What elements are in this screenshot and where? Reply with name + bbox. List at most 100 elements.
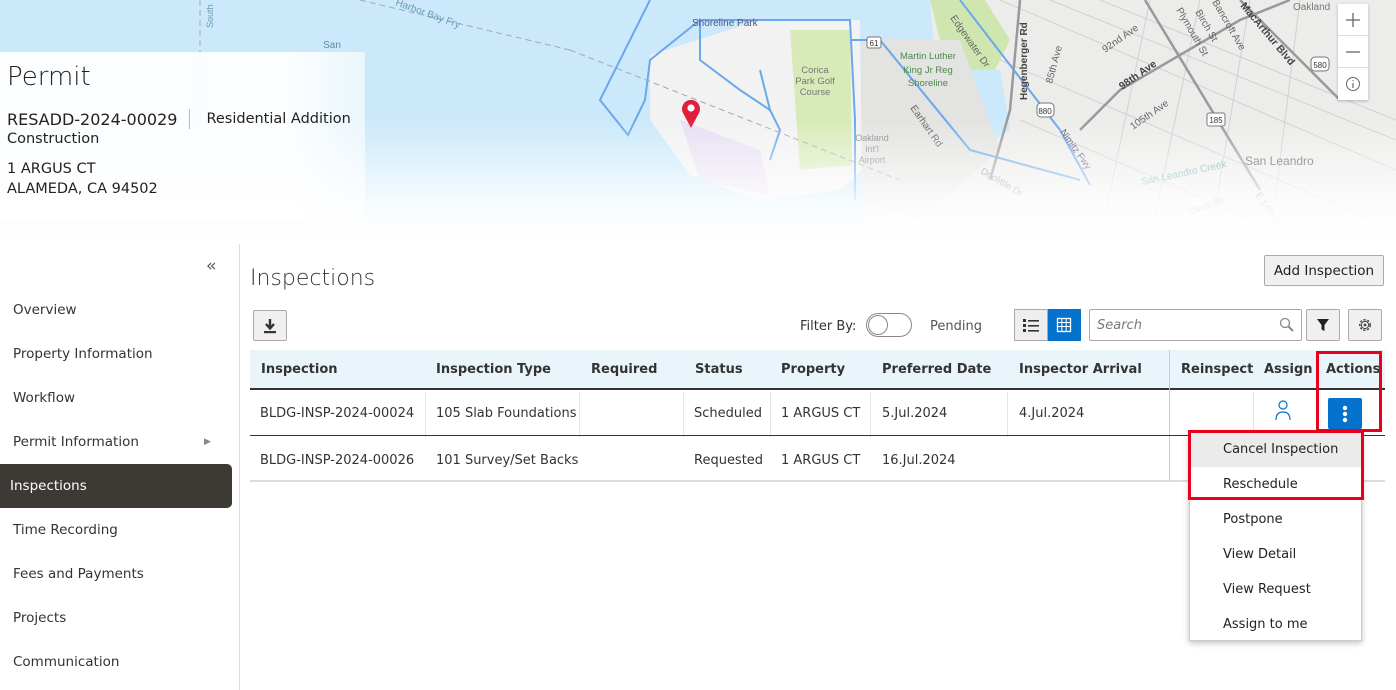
plus-icon	[1346, 12, 1360, 27]
table-row[interactable]: BLDG-INSP-2024-00024 105 Slab Foundation…	[250, 390, 1385, 436]
menu-item-view-detail[interactable]: View Detail	[1190, 537, 1361, 572]
cell-preferred-date: 5.Jul.2024	[882, 406, 948, 421]
menu-item-assign-to-me[interactable]: Assign to me	[1190, 607, 1361, 642]
column-header-inspection[interactable]: Inspection	[261, 362, 338, 377]
permit-separator	[189, 109, 191, 129]
permit-address-city: ALAMEDA, CA 94502	[7, 181, 158, 197]
map-label-golf-2: Park Golf	[795, 76, 835, 87]
menu-item-view-request[interactable]: View Request	[1190, 572, 1361, 607]
search-input[interactable]	[1090, 310, 1270, 340]
filter-button[interactable]	[1306, 309, 1340, 341]
sidebar-item-property-information[interactable]: Property Information	[0, 332, 232, 376]
map-controls	[1338, 4, 1368, 100]
table-header: Inspection Inspection Type Required Stat…	[250, 350, 1385, 390]
settings-button[interactable]	[1348, 309, 1382, 341]
map-header[interactable]: San South Harbor Bay Fry Shoreline Park …	[0, 0, 1396, 240]
cell-inspection: BLDG-INSP-2024-00026	[260, 453, 415, 468]
permit-id-row: RESADD-2024-00029 Residential Addition	[7, 109, 351, 129]
shield-61: 61	[870, 39, 879, 48]
cell-inspector-arrival: 4.Jul.2024	[1019, 406, 1085, 421]
column-header-required[interactable]: Required	[591, 362, 657, 377]
column-header-inspection-type[interactable]: Inspection Type	[436, 362, 551, 377]
permit-type: Residential Addition	[206, 111, 351, 127]
list-view-button[interactable]	[1014, 309, 1048, 341]
add-inspection-button[interactable]: Add Inspection	[1264, 255, 1384, 286]
row-actions-button[interactable]	[1328, 398, 1362, 429]
list-icon	[1022, 319, 1039, 332]
sidebar-item-label: Inspections	[10, 478, 87, 494]
actions-menu: Cancel Inspection Reschedule Postpone Vi…	[1189, 431, 1362, 641]
zoom-in-button[interactable]	[1338, 4, 1368, 36]
download-button[interactable]	[253, 310, 287, 341]
sidebar-item-label: Workflow	[13, 390, 75, 406]
menu-item-cancel-inspection[interactable]: Cancel Inspection	[1190, 432, 1361, 467]
map-label-hegenberger: Hegenberger Rd	[1019, 22, 1030, 100]
download-icon	[264, 318, 276, 333]
cell-preferred-date: 16.Jul.2024	[882, 453, 956, 468]
column-header-assign[interactable]: Assign	[1264, 362, 1313, 377]
sidebar-item-time-recording[interactable]: Time Recording	[0, 508, 232, 552]
permit-id: RESADD-2024-00029	[7, 109, 178, 129]
column-header-preferred-date[interactable]: Preferred Date	[882, 362, 991, 377]
map-label-oakland: Oakland	[1293, 2, 1330, 13]
sidebar-item-label: Time Recording	[13, 522, 118, 538]
map-label-mlk-3: Shoreline	[908, 78, 948, 89]
map-info-button[interactable]	[1338, 68, 1368, 100]
map-label-mlk-2: King Jr Reg	[903, 65, 953, 76]
column-header-inspector-arrival[interactable]: Inspector Arrival	[1019, 362, 1142, 377]
column-header-property[interactable]: Property	[781, 362, 845, 377]
column-header-status[interactable]: Status	[695, 362, 743, 377]
cell-inspection-type: 105 Slab Foundations	[436, 406, 577, 421]
cell-inspection: BLDG-INSP-2024-00024	[260, 406, 415, 421]
permit-type-continued: Construction	[7, 131, 100, 147]
collapse-sidebar-icon[interactable]: ‹‹	[206, 256, 216, 276]
shield-880: 880	[1038, 107, 1052, 116]
sidebar-item-workflow[interactable]: Workflow	[0, 376, 232, 420]
filter-by-label: Filter By:	[800, 319, 857, 334]
map-label-shoreline-park: Shoreline Park	[692, 18, 759, 29]
filter-icon	[1317, 319, 1329, 331]
search-icon[interactable]	[1279, 317, 1295, 333]
page-title: Inspections	[250, 266, 376, 291]
sidebar-item-communication[interactable]: Communication	[0, 640, 232, 684]
cell-status: Requested	[694, 453, 764, 468]
sidebar-item-inspections[interactable]: Inspections	[0, 464, 232, 508]
sidebar-item-label: Fees and Payments	[13, 566, 144, 582]
more-vertical-icon	[1342, 405, 1348, 422]
cell-inspection-type: 101 Survey/Set Backs	[436, 453, 579, 468]
menu-item-postpone[interactable]: Postpone	[1190, 502, 1361, 537]
map-label-mlk-1: Martin Luther	[900, 51, 956, 62]
pending-filter-toggle[interactable]	[866, 313, 912, 337]
shield-580: 580	[1313, 61, 1327, 70]
zoom-out-button[interactable]	[1338, 36, 1368, 68]
map-label-south: South	[205, 4, 215, 28]
table-grid-icon	[1057, 317, 1072, 333]
pending-filter-label: Pending	[930, 319, 982, 334]
sidebar: ‹‹ Overview Property Information Workflo…	[0, 244, 240, 690]
minus-icon	[1346, 50, 1360, 53]
cell-property: 1 ARGUS CT	[781, 406, 861, 421]
column-header-actions[interactable]: Actions	[1326, 362, 1380, 377]
sidebar-item-projects[interactable]: Projects	[0, 596, 232, 640]
sidebar-item-label: Permit Information	[13, 434, 139, 450]
menu-item-reschedule[interactable]: Reschedule	[1190, 467, 1361, 502]
grid-view-button[interactable]	[1047, 309, 1081, 341]
gear-icon	[1359, 319, 1371, 331]
sidebar-item-label: Property Information	[13, 346, 153, 362]
map-label-golf-1: Corica	[801, 65, 829, 76]
map-label-bay: San	[323, 40, 341, 51]
sidebar-item-fees-and-payments[interactable]: Fees and Payments	[0, 552, 232, 596]
info-icon	[1346, 77, 1360, 91]
sidebar-item-permit-information[interactable]: Permit Information ▶	[0, 420, 232, 464]
column-header-reinspect[interactable]: Reinspect	[1181, 362, 1253, 377]
view-mode-switch	[1014, 309, 1081, 341]
permit-address-street: 1 ARGUS CT	[7, 161, 96, 177]
submenu-arrow-icon: ▶	[204, 437, 211, 447]
toggle-knob	[868, 315, 888, 335]
permit-title: Permit	[7, 62, 91, 92]
search-box	[1089, 309, 1302, 341]
assign-user-icon[interactable]	[1274, 400, 1292, 422]
sidebar-item-overview[interactable]: Overview	[0, 288, 232, 332]
sidebar-item-label: Communication	[13, 654, 120, 670]
sidebar-item-label: Overview	[13, 302, 77, 318]
